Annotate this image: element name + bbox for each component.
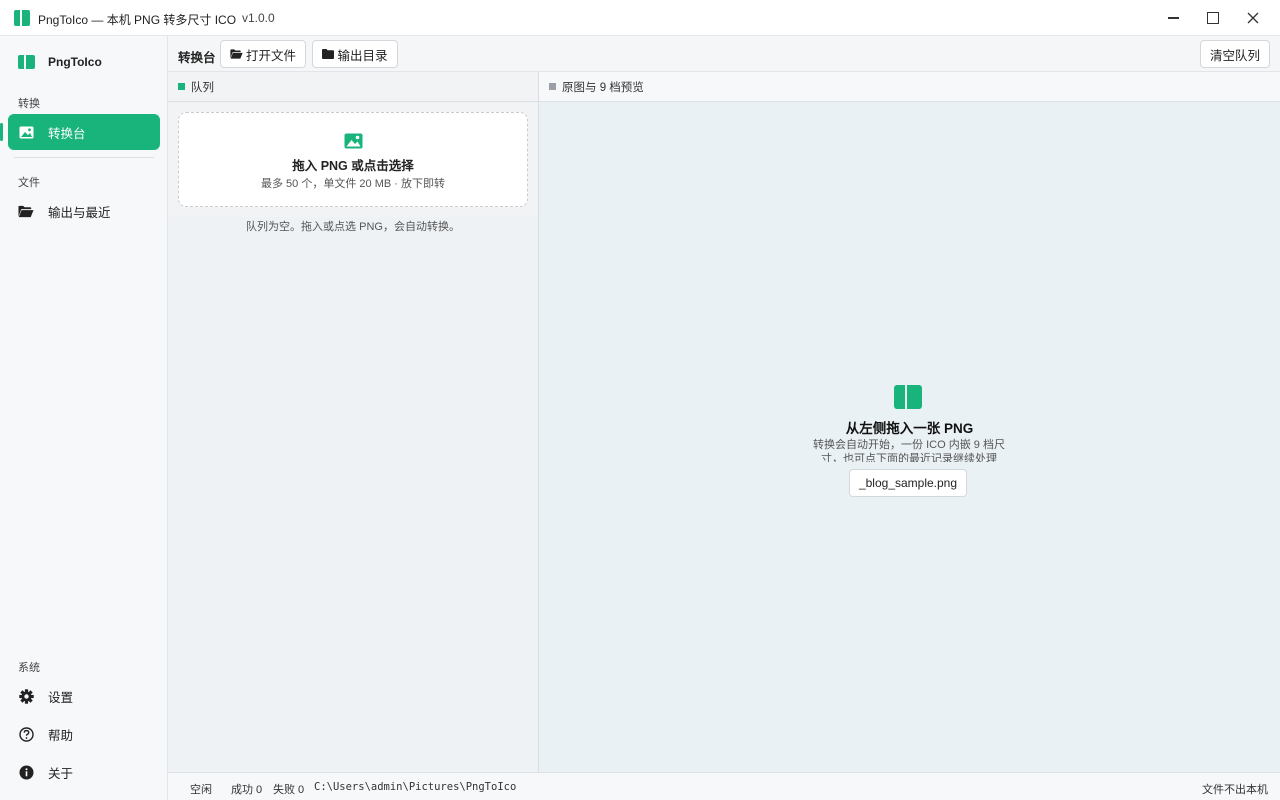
output-path: C:\Users\admin\Pictures\PngToIco [314, 781, 517, 793]
dropzone-title: 拖入 PNG 或点击选择 [292, 159, 414, 173]
output-dir-button[interactable]: 输出目录 [312, 40, 398, 68]
close-icon [1247, 12, 1259, 24]
brand-name: PngToIco [48, 55, 102, 69]
recent-file-button[interactable]: _blog_sample.png [849, 469, 967, 497]
queue-header: 队列 [168, 72, 538, 102]
dropzone-subtitle: 最多 50 个，单文件 20 MB · 放下即转 [261, 178, 445, 190]
sidebar-item-label: 输出与最近 [48, 205, 111, 220]
open-file-label: 打开文件 [245, 48, 296, 63]
status-bar: 空闲 成功 0 失败 0 C:\Users\admin\Pictures\Png… [168, 772, 1280, 800]
sidebar-item-about[interactable]: 关于 [8, 754, 160, 790]
section-label-system: 系统 [18, 662, 40, 674]
queue-panel: 队列 拖入 PNG 或点击选择 最多 50 个，单文件 20 MB · 放下即转… [168, 72, 539, 772]
preview-header-label: 原图与 9 档预览 [562, 81, 644, 94]
privacy-note: 文件不出本机 [1202, 784, 1268, 796]
status-state: 空闲 [190, 784, 212, 796]
gear-icon [18, 688, 34, 704]
section-label-files: 文件 [18, 177, 40, 189]
app-logo-icon [14, 10, 30, 26]
window-title: PngToIco — 本机 PNG 转多尺寸 ICO [38, 13, 237, 27]
toolbar: 转换台 打开文件 输出目录 清空队列 [168, 36, 1280, 72]
app-logo-icon [18, 55, 35, 69]
queue-header-label: 队列 [191, 81, 214, 94]
clear-queue-label: 清空队列 [1209, 48, 1260, 63]
sidebar-item-label: 转换台 [48, 126, 86, 141]
sidebar-item-help[interactable]: 帮助 [8, 716, 160, 752]
output-dir-label: 输出目录 [337, 48, 388, 63]
open-file-button[interactable]: 打开文件 [220, 40, 306, 68]
dropzone-area: 拖入 PNG 或点击选择 最多 50 个，单文件 20 MB · 放下即转 [168, 103, 538, 217]
png-dropzone[interactable]: 拖入 PNG 或点击选择 最多 50 个，单文件 20 MB · 放下即转 [178, 112, 528, 207]
preview-empty-title: 从左侧拖入一张 PNG [845, 421, 974, 436]
sidebar-item-workbench[interactable]: 转换台 [8, 114, 160, 150]
close-button[interactable] [1233, 0, 1273, 36]
question-circle-icon [18, 726, 34, 742]
section-label-convert: 转换 [18, 98, 40, 110]
preview-header: 原图与 9 档预览 [539, 72, 1280, 102]
image-icon [18, 124, 34, 140]
info-icon [18, 764, 34, 780]
status-success-count: 成功 0 [231, 784, 263, 796]
app-version: v1.0.0 [242, 11, 275, 25]
queue-dot-icon [178, 83, 185, 90]
sidebar-item-settings[interactable]: 设置 [8, 678, 160, 714]
sidebar-item-label: 关于 [48, 766, 74, 781]
sidebar-brand: PngToIco [18, 55, 102, 69]
app-logo-icon [894, 385, 922, 409]
sidebar-item-label: 帮助 [48, 728, 74, 743]
status-failed-count: 失败 0 [273, 784, 305, 796]
recent-file-label: _blog_sample.png [858, 476, 958, 490]
folder-icon [322, 49, 335, 59]
active-indicator [0, 123, 3, 141]
maximize-button[interactable] [1193, 0, 1233, 36]
clear-queue-button[interactable]: 清空队列 [1200, 40, 1270, 68]
folder-open-icon [230, 49, 243, 59]
sidebar-divider [14, 157, 154, 158]
sidebar-item-output-recent[interactable]: 输出与最近 [8, 193, 160, 229]
page-title: 转换台 [178, 51, 216, 65]
image-icon [344, 133, 363, 152]
folder-open-icon [18, 203, 34, 219]
preview-empty-description: 转换会自动开始，一份 ICO 内嵌 9 档尺寸，也可点下面的最近记录继续处理 [813, 439, 1005, 462]
minimize-button[interactable] [1153, 0, 1193, 36]
preview-dot-icon [549, 83, 556, 90]
sidebar: PngToIco 转换 转换台 文件 输出与最近 系统 设置 帮助 关于 [0, 36, 168, 800]
title-bar: PngToIco — 本机 PNG 转多尺寸 ICO v1.0.0 [0, 0, 1280, 36]
sidebar-item-label: 设置 [48, 690, 74, 705]
queue-empty-message: 队列为空。拖入或点选 PNG，会自动转换。 [246, 221, 460, 233]
preview-panel: 原图与 9 档预览 从左侧拖入一张 PNG 转换会自动开始，一份 ICO 内嵌 … [539, 72, 1280, 772]
